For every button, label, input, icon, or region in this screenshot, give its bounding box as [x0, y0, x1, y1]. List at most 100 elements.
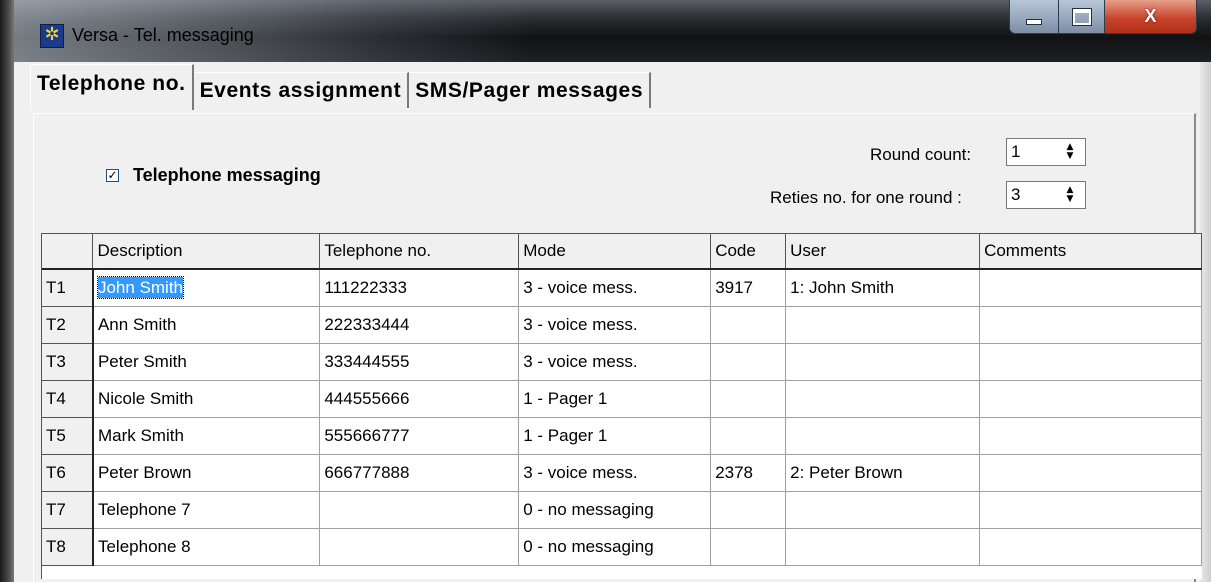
- minimize-icon: [1026, 18, 1042, 25]
- code-cell[interactable]: 3917: [710, 269, 787, 307]
- table-row[interactable]: T4 Nicole Smith 444555666 1 - Pager 1: [42, 380, 1202, 418]
- spin-arrows-icon[interactable]: ▲ ▼: [1055, 139, 1085, 165]
- telephone-cell[interactable]: 222333444: [319, 306, 520, 344]
- description-cell[interactable]: Nicole Smith: [92, 380, 321, 418]
- table-row[interactable]: T7 Telephone 7 0 - no messaging: [42, 491, 1202, 529]
- row-header[interactable]: T4: [42, 380, 94, 418]
- table-row[interactable]: T3 Peter Smith 333444555 3 - voice mess.: [42, 343, 1202, 381]
- row-header[interactable]: T3: [42, 343, 94, 381]
- telephone-cell[interactable]: 666777888: [319, 454, 520, 492]
- description-cell[interactable]: Mark Smith: [92, 417, 321, 455]
- tab-telephone-no[interactable]: Telephone no.: [30, 64, 194, 110]
- comments-cell[interactable]: [979, 306, 1202, 344]
- column-header-description[interactable]: Description: [92, 234, 321, 270]
- code-cell[interactable]: [710, 417, 787, 455]
- telephone-cell[interactable]: 444555666: [319, 380, 520, 418]
- round-count-stepper[interactable]: 1 ▲ ▼: [1006, 138, 1086, 166]
- user-cell[interactable]: 1: John Smith: [785, 269, 981, 307]
- retries-stepper[interactable]: 3 ▲ ▼: [1006, 181, 1086, 209]
- row-header[interactable]: T5: [42, 417, 94, 455]
- row-header[interactable]: T2: [42, 306, 94, 344]
- telephone-messaging-label: Telephone messaging: [133, 165, 321, 185]
- table-row[interactable]: T2 Ann Smith 222333444 3 - voice mess.: [42, 306, 1202, 344]
- description-cell[interactable]: Peter Brown: [92, 454, 321, 492]
- close-button[interactable]: X: [1105, 0, 1197, 34]
- telephone-messaging-option[interactable]: ✓ Telephone messaging: [106, 165, 321, 186]
- user-cell[interactable]: [785, 417, 981, 455]
- mode-cell[interactable]: 1 - Pager 1: [518, 380, 712, 418]
- title-bar[interactable]: ✲ Versa - Tel. messaging X: [14, 0, 1211, 62]
- column-header-code[interactable]: Code: [710, 234, 787, 270]
- comments-cell[interactable]: [979, 417, 1202, 455]
- retries-value[interactable]: 3: [1007, 182, 1055, 208]
- window-title: Versa - Tel. messaging: [72, 25, 254, 45]
- telephone-cell[interactable]: [319, 528, 520, 566]
- user-cell[interactable]: [785, 491, 981, 529]
- mode-cell[interactable]: 0 - no messaging: [518, 528, 712, 566]
- code-cell[interactable]: [710, 343, 787, 381]
- user-cell[interactable]: [785, 343, 981, 381]
- comments-cell[interactable]: [979, 343, 1202, 381]
- description-cell[interactable]: Telephone 7: [92, 491, 321, 529]
- comments-cell[interactable]: [979, 380, 1202, 418]
- minimize-button[interactable]: [1009, 0, 1059, 34]
- close-icon: X: [1144, 6, 1157, 26]
- mode-cell[interactable]: 1 - Pager 1: [518, 417, 712, 455]
- window-left-edge: [0, 0, 14, 582]
- description-cell[interactable]: Ann Smith: [92, 306, 321, 344]
- tab-strip: Telephone no. Events assignment SMS/Page…: [30, 62, 652, 110]
- row-header[interactable]: T6: [42, 454, 94, 492]
- user-cell[interactable]: [785, 528, 981, 566]
- column-header-comments[interactable]: Comments: [979, 234, 1202, 270]
- row-header[interactable]: T1: [42, 269, 94, 307]
- table-row[interactable]: T8 Telephone 8 0 - no messaging: [42, 528, 1202, 566]
- table-header-row: Description Telephone no. Mode Code User…: [42, 234, 1202, 270]
- user-cell[interactable]: 2: Peter Brown: [785, 454, 981, 492]
- tab-sms-pager-messages[interactable]: SMS/Pager messages: [409, 72, 652, 108]
- comments-cell[interactable]: [979, 269, 1202, 307]
- selected-cell-text: John Smith: [96, 276, 185, 299]
- mode-cell[interactable]: 0 - no messaging: [518, 491, 712, 529]
- table-row[interactable]: T5 Mark Smith 555666777 1 - Pager 1: [42, 417, 1202, 455]
- code-cell[interactable]: [710, 528, 787, 566]
- round-count-label: Round count:: [870, 145, 972, 164]
- code-cell[interactable]: [710, 491, 787, 529]
- telephone-messaging-checkbox[interactable]: ✓: [106, 169, 119, 182]
- mode-cell[interactable]: 3 - voice mess.: [518, 343, 712, 381]
- column-header-telephone[interactable]: Telephone no.: [319, 234, 520, 270]
- telephone-table: Description Telephone no. Mode Code User…: [42, 234, 1202, 566]
- round-count-value[interactable]: 1: [1007, 139, 1055, 165]
- description-cell[interactable]: Peter Smith: [92, 343, 321, 381]
- description-cell[interactable]: John Smith: [92, 269, 321, 307]
- table-row[interactable]: T1 John Smith 111222333 3 - voice mess. …: [42, 269, 1202, 307]
- code-cell[interactable]: 2378: [710, 454, 787, 492]
- comments-cell[interactable]: [979, 491, 1202, 529]
- comments-cell[interactable]: [979, 528, 1202, 566]
- telephone-cell[interactable]: 333444555: [319, 343, 520, 381]
- tab-events-assignment[interactable]: Events assignment: [193, 72, 410, 108]
- window-controls: X: [1009, 0, 1197, 40]
- code-cell[interactable]: [710, 306, 787, 344]
- mode-cell[interactable]: 3 - voice mess.: [518, 454, 712, 492]
- telephone-cell[interactable]: [319, 491, 520, 529]
- table-row[interactable]: T6 Peter Brown 666777888 3 - voice mess.…: [42, 454, 1202, 492]
- telephone-cell[interactable]: 555666777: [319, 417, 520, 455]
- telephone-grid[interactable]: Description Telephone no. Mode Code User…: [41, 233, 1202, 579]
- description-cell[interactable]: Telephone 8: [92, 528, 321, 566]
- maximize-button[interactable]: [1059, 0, 1105, 34]
- row-header[interactable]: T8: [42, 528, 94, 566]
- mode-cell[interactable]: 3 - voice mess.: [518, 269, 712, 307]
- spin-arrows-icon[interactable]: ▲ ▼: [1055, 182, 1085, 208]
- column-header-user[interactable]: User: [785, 234, 981, 270]
- app-window: ✲ Versa - Tel. messaging X Telephone no.…: [0, 0, 1211, 582]
- telephone-cell[interactable]: 111222333: [319, 269, 520, 307]
- mode-cell[interactable]: 3 - voice mess.: [518, 306, 712, 344]
- column-header-mode[interactable]: Mode: [518, 234, 712, 270]
- code-cell[interactable]: [710, 380, 787, 418]
- star-emblem-icon[interactable]: ✲: [40, 24, 64, 48]
- user-cell[interactable]: [785, 380, 981, 418]
- row-header[interactable]: T7: [42, 491, 94, 529]
- comments-cell[interactable]: [979, 454, 1202, 492]
- user-cell[interactable]: [785, 306, 981, 344]
- maximize-icon: [1072, 8, 1091, 25]
